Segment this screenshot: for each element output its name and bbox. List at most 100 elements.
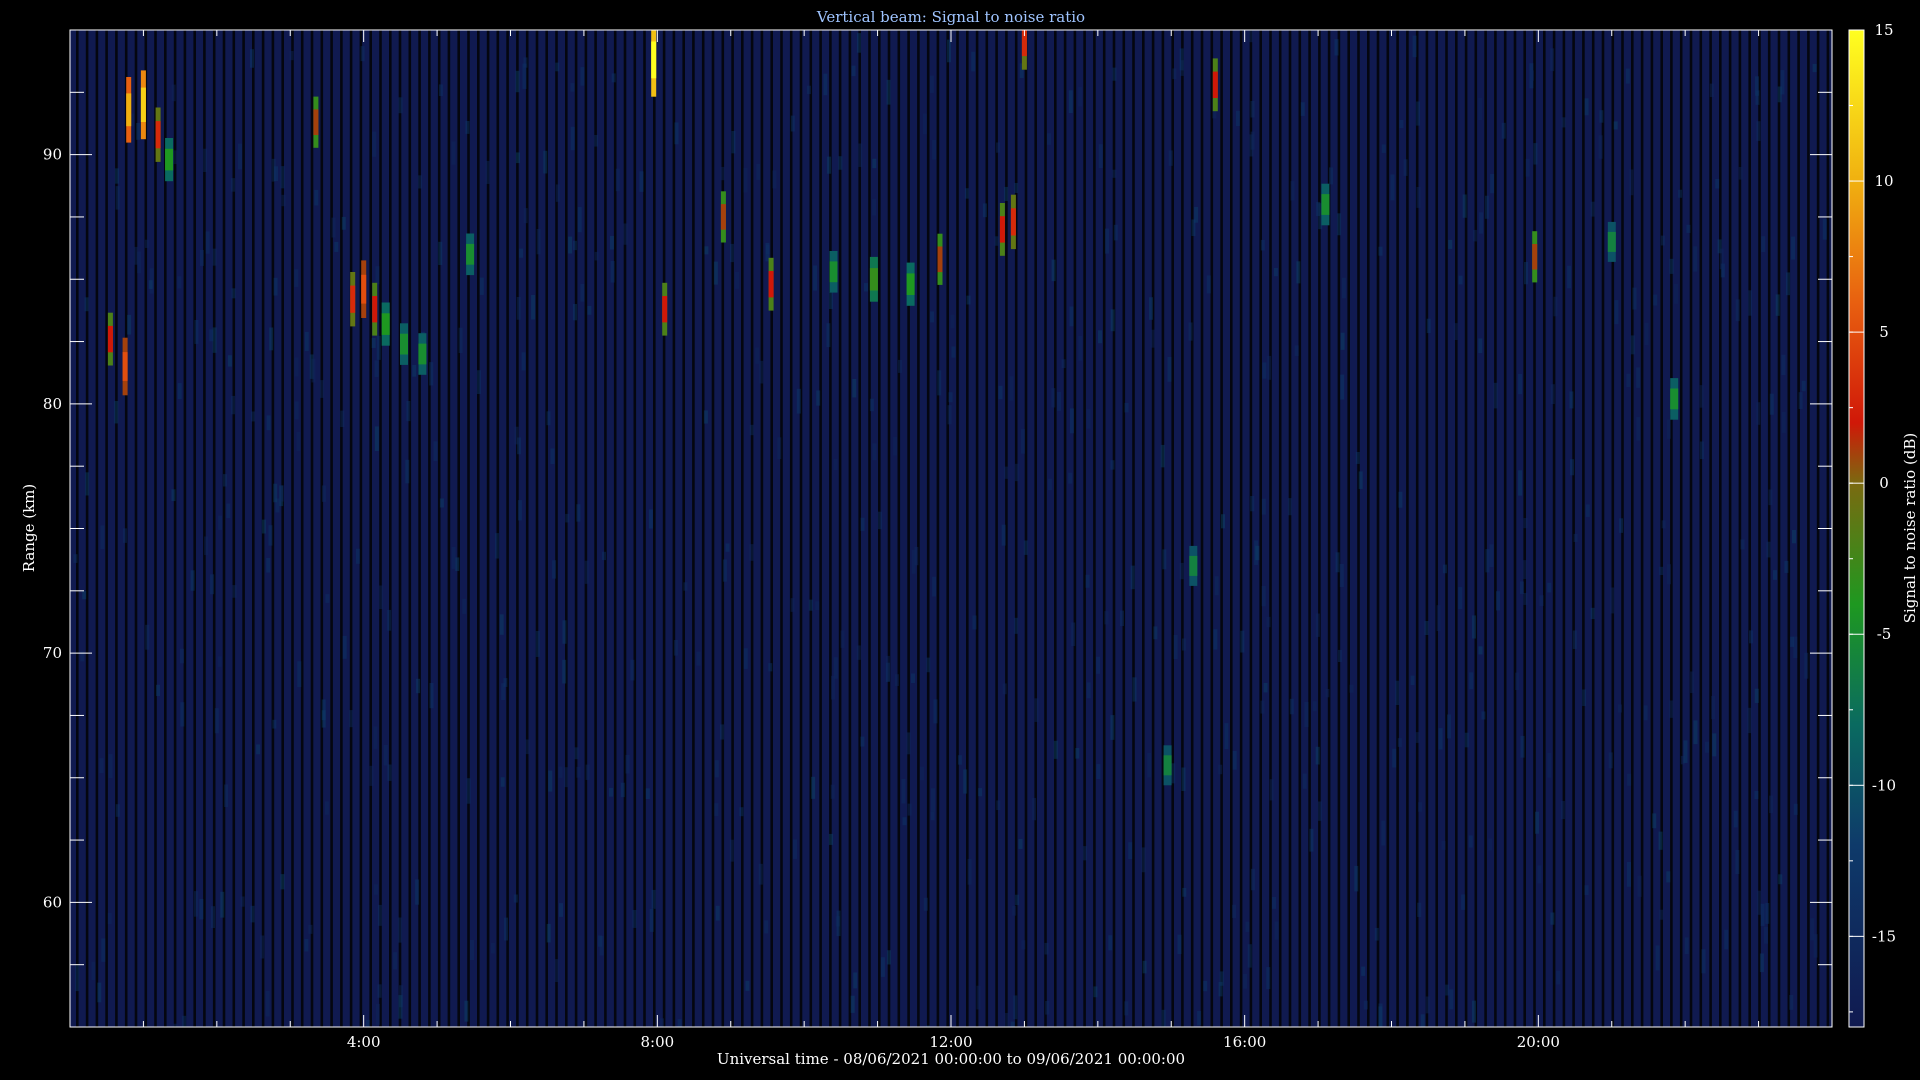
gap-stripe [1699, 30, 1703, 1027]
noise-cell [558, 766, 563, 778]
noise-cell [1378, 1003, 1383, 1027]
noise-cell [464, 1000, 469, 1022]
noise-cell [1764, 926, 1768, 944]
noise-cell [759, 360, 764, 384]
noise-cell [334, 241, 339, 252]
noise-cell [1522, 560, 1527, 579]
noise-cell [193, 891, 198, 917]
noise-cell [173, 150, 177, 165]
gap-stripe [897, 30, 901, 1027]
noise-cell [1740, 539, 1745, 550]
noise-cell [521, 352, 526, 371]
gap-stripe [105, 30, 108, 1027]
noise-cell [416, 678, 421, 694]
noise-cell [615, 168, 620, 192]
noise-cell [1684, 937, 1689, 955]
gap-stripe [692, 30, 695, 1027]
noise-cell [580, 67, 585, 86]
echo-cell-core [720, 204, 726, 230]
noise-cell [1792, 530, 1796, 544]
noise-cell [1488, 838, 1493, 851]
noise-cell [1760, 903, 1765, 926]
gap-stripe [643, 30, 646, 1027]
noise-cell [1061, 359, 1066, 369]
noise-cell [1438, 728, 1443, 750]
noise-cell [114, 401, 119, 424]
noise-cell [429, 683, 434, 709]
noise-cell [279, 485, 284, 502]
noise-cell [324, 801, 329, 815]
noise-cell [793, 839, 797, 859]
gap-stripe [203, 30, 206, 1027]
noise-cell [1141, 847, 1146, 873]
noise-cell [455, 557, 460, 572]
noise-cell [1775, 294, 1780, 316]
noise-cell [1171, 763, 1176, 784]
noise-cell [231, 395, 236, 415]
noise-cell [294, 357, 299, 377]
noise-cell [1085, 574, 1090, 588]
noise-cell [576, 504, 581, 522]
noise-cell [433, 441, 438, 462]
noise-cell [273, 483, 278, 503]
noise-cell [340, 410, 345, 428]
noise-cell [1478, 97, 1483, 121]
gap-stripe [1239, 30, 1243, 1027]
noise-cell [1354, 865, 1359, 892]
gap-stripe [310, 30, 314, 1027]
noise-cell [1177, 934, 1182, 955]
noise-cell [451, 141, 456, 165]
noise-cell [494, 533, 499, 559]
echo-cell-core [381, 313, 390, 335]
noise-cell [1105, 228, 1109, 254]
echo-cell-core [869, 268, 878, 291]
gap-stripe [1719, 30, 1722, 1027]
noise-cell [833, 458, 838, 471]
noise-cell [932, 576, 937, 597]
noise-cell [1712, 733, 1717, 757]
noise-cell [1481, 711, 1486, 720]
noise-cell [1810, 918, 1815, 941]
noise-cell [1020, 429, 1025, 454]
noise-cell [280, 166, 285, 189]
noise-cell [1206, 275, 1211, 294]
gap-stripe [1797, 30, 1800, 1027]
gap-stripe [1367, 30, 1370, 1027]
noise-cell [1267, 355, 1272, 380]
noise-cell [1472, 229, 1477, 242]
noise-cell [1044, 942, 1049, 955]
noise-cell [1719, 248, 1724, 270]
noise-cell [199, 899, 204, 920]
noise-cell [1032, 797, 1037, 821]
noise-cell [872, 158, 877, 169]
gap-stripe [1425, 30, 1429, 1027]
gap-stripe [506, 30, 509, 1027]
noise-cell [893, 437, 898, 456]
noise-cell [1315, 746, 1320, 765]
noise-cell [555, 184, 560, 202]
echo-cell-core [1670, 388, 1679, 410]
noise-cell [536, 229, 541, 255]
noise-cell [1629, 169, 1634, 196]
gap-stripe [1142, 30, 1145, 1027]
noise-cell [439, 498, 444, 508]
gap-stripe [349, 30, 353, 1027]
noise-cell [1086, 682, 1091, 699]
noise-cell [1213, 629, 1218, 650]
noise-cell [99, 758, 104, 774]
noise-cell [982, 203, 987, 218]
noise-cell [519, 248, 524, 258]
noise-cell [308, 924, 313, 934]
noise-cell [1484, 195, 1489, 219]
noise-cell [1004, 466, 1008, 479]
noise-cell [756, 163, 761, 180]
noise-cell [1678, 189, 1683, 198]
noise-cell [1584, 98, 1589, 116]
colorbar-tick-label: -10 [1872, 776, 1896, 794]
noise-cell [376, 335, 381, 360]
noise-cell [1630, 335, 1635, 355]
noise-cell [500, 777, 505, 787]
noise-cell [1754, 791, 1759, 800]
noise-cell [1395, 680, 1400, 706]
noise-cell [251, 411, 255, 422]
